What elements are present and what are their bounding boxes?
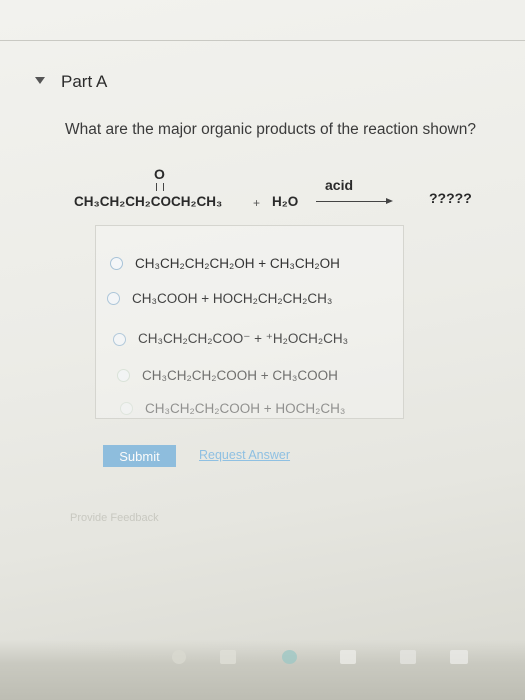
- choice-label: CH₃CH₂CH₂CH₂OH + CH₃CH₂OH: [135, 255, 340, 271]
- choice-option[interactable]: CH₃CH₂CH₂COOH + CH₃COOH: [117, 365, 338, 385]
- choice-option[interactable]: CH₃CH₂CH₂CH₂OH + CH₃CH₂OH: [110, 253, 340, 273]
- reagent-formula: H₂O: [272, 194, 299, 209]
- screen: Part A What are the major organic produc…: [0, 0, 525, 700]
- provide-feedback-link[interactable]: Provide Feedback: [70, 512, 159, 524]
- choice-option[interactable]: CH₃CH₂CH₂COOH + HOCH₂CH₃: [120, 398, 345, 418]
- taskbar-app-icon[interactable]: [282, 650, 297, 664]
- choice-label: CH₃CH₂CH₂COOH + HOCH₂CH₃: [145, 400, 346, 416]
- question-text: What are the major organic products of t…: [65, 121, 476, 138]
- radio-button[interactable]: [110, 256, 123, 270]
- arrowhead-icon: [386, 198, 393, 204]
- plus-sign: +: [253, 196, 261, 210]
- choice-option[interactable]: CH₃CH₂CH₂COO⁻ + ⁺H₂OCH₂CH₃: [113, 329, 348, 349]
- taskbar-app-icon[interactable]: [220, 650, 236, 664]
- part-title: Part A: [61, 72, 108, 91]
- choice-label: CH₃COOH + HOCH₂CH₂CH₂CH₃: [132, 290, 333, 306]
- taskbar-app-icon[interactable]: [450, 650, 468, 664]
- radio-button[interactable]: [120, 401, 133, 415]
- top-divider: [0, 40, 525, 41]
- choice-label: CH₃CH₂CH₂COOH + CH₃COOH: [142, 367, 338, 383]
- taskbar-app-icon[interactable]: [400, 650, 416, 664]
- radio-button[interactable]: [117, 368, 130, 382]
- taskbar: [0, 640, 525, 700]
- double-bond-mark: [156, 183, 164, 191]
- reaction-arrow: [316, 201, 388, 202]
- choice-option[interactable]: CH₃COOH + HOCH₂CH₂CH₂CH₃: [107, 288, 332, 308]
- taskbar-app-icon[interactable]: [340, 650, 356, 664]
- submit-button[interactable]: Submit: [103, 445, 176, 467]
- carbonyl-oxygen: O: [154, 166, 165, 182]
- request-answer-link[interactable]: Request Answer: [199, 448, 290, 462]
- product-placeholder: ?????: [429, 190, 472, 206]
- radio-button[interactable]: [113, 332, 126, 346]
- taskbar-app-icon[interactable]: [172, 650, 186, 664]
- reactant-formula: CH₃CH₂CH₂COCH₂CH₃: [74, 194, 223, 209]
- reaction-condition: acid: [325, 177, 354, 193]
- radio-button[interactable]: [107, 291, 120, 305]
- collapse-toggle-icon[interactable]: [35, 77, 45, 84]
- choice-label: CH₃CH₂CH₂COO⁻ + ⁺H₂OCH₂CH₃: [138, 331, 349, 346]
